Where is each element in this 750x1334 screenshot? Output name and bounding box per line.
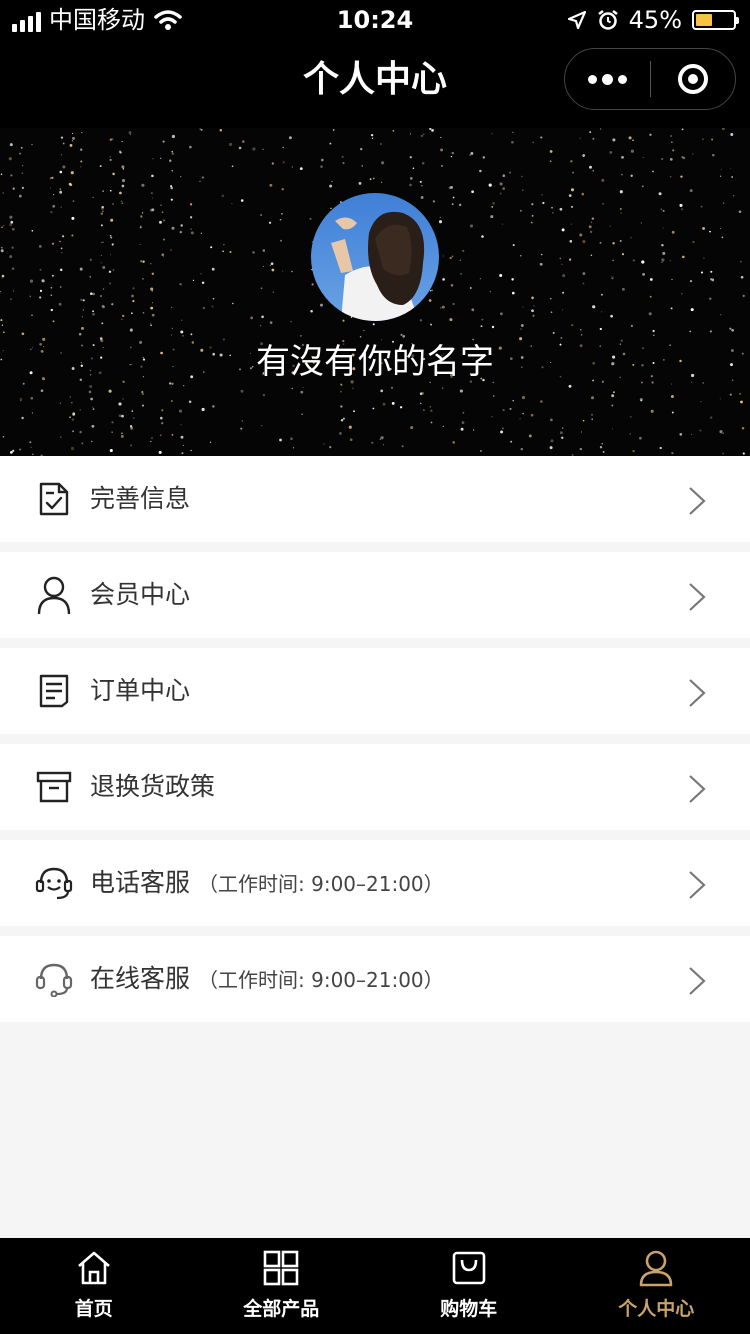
tab-label: 首页 <box>74 1298 113 1320</box>
target-icon <box>677 64 708 94</box>
close-button[interactable] <box>651 49 735 109</box>
tab-cart[interactable]: 购物车 <box>375 1238 563 1334</box>
tab-label: 全部产品 <box>243 1298 320 1320</box>
order-list-icon <box>34 670 74 712</box>
location-arrow-icon <box>567 10 586 30</box>
menu-item-label: 电话客服 （工作时间: 9:00–21:00） <box>90 868 444 897</box>
tab-all-products[interactable]: 全部产品 <box>188 1238 376 1334</box>
avatar[interactable] <box>311 193 439 321</box>
battery-percent: 45% <box>628 6 682 34</box>
document-check-icon <box>34 478 74 520</box>
menu-item-return-policy[interactable]: 退换货政策 <box>0 744 750 830</box>
user-icon <box>34 574 74 616</box>
menu-item-membership[interactable]: 会员中心 <box>0 552 750 638</box>
nav-bar: 个人中心 <box>0 40 750 128</box>
tab-bar: 首页 全部产品 购物车 个人中心 <box>0 1238 750 1334</box>
grid-icon <box>263 1250 299 1286</box>
menu-item-label: 订单中心 <box>90 676 191 705</box>
menu-item-label: 退换货政策 <box>90 772 216 801</box>
mini-program-capsule <box>564 48 736 110</box>
chevron-right-icon <box>689 487 706 515</box>
menu-item-complete-info[interactable]: 完善信息 <box>0 456 750 542</box>
battery-icon <box>692 10 739 30</box>
headset-icon <box>34 958 74 1000</box>
user-icon <box>639 1250 673 1287</box>
status-right: 45% <box>567 6 739 34</box>
profile-menu: 完善信息 会员中心 订单中心 退换货政策 电话客服 （工作时间: 9:00–21… <box>0 456 750 1032</box>
username: 有沒有你的名字 <box>256 342 494 382</box>
chevron-right-icon <box>689 679 706 707</box>
menu-item-online-support[interactable]: 在线客服 （工作时间: 9:00–21:00） <box>0 936 750 1022</box>
menu-item-orders[interactable]: 订单中心 <box>0 648 750 734</box>
chevron-right-icon <box>689 967 706 995</box>
status-bar: 中国移动 10:24 45% <box>0 0 750 40</box>
alarm-icon <box>597 10 618 30</box>
tab-label: 个人中心 <box>618 1298 695 1320</box>
tab-home[interactable]: 首页 <box>0 1238 188 1334</box>
working-hours: （工作时间: 9:00–21:00） <box>198 872 444 896</box>
more-button[interactable] <box>565 49 650 109</box>
menu-item-phone-support[interactable]: 电话客服 （工作时间: 9:00–21:00） <box>0 840 750 926</box>
tab-label: 购物车 <box>440 1298 498 1320</box>
tab-profile[interactable]: 个人中心 <box>563 1238 750 1334</box>
headset-smile-icon <box>34 862 74 904</box>
menu-item-label: 会员中心 <box>90 580 191 609</box>
chevron-right-icon <box>689 775 706 803</box>
shopping-bag-icon <box>452 1251 486 1285</box>
chevron-right-icon <box>689 583 706 611</box>
chevron-right-icon <box>689 871 706 899</box>
box-icon <box>34 766 74 808</box>
home-icon <box>77 1251 110 1285</box>
working-hours: （工作时间: 9:00–21:00） <box>198 968 444 992</box>
profile-header: 有沒有你的名字 <box>0 128 750 456</box>
menu-item-label: 完善信息 <box>90 484 191 513</box>
menu-item-label: 在线客服 （工作时间: 9:00–21:00） <box>90 964 444 993</box>
